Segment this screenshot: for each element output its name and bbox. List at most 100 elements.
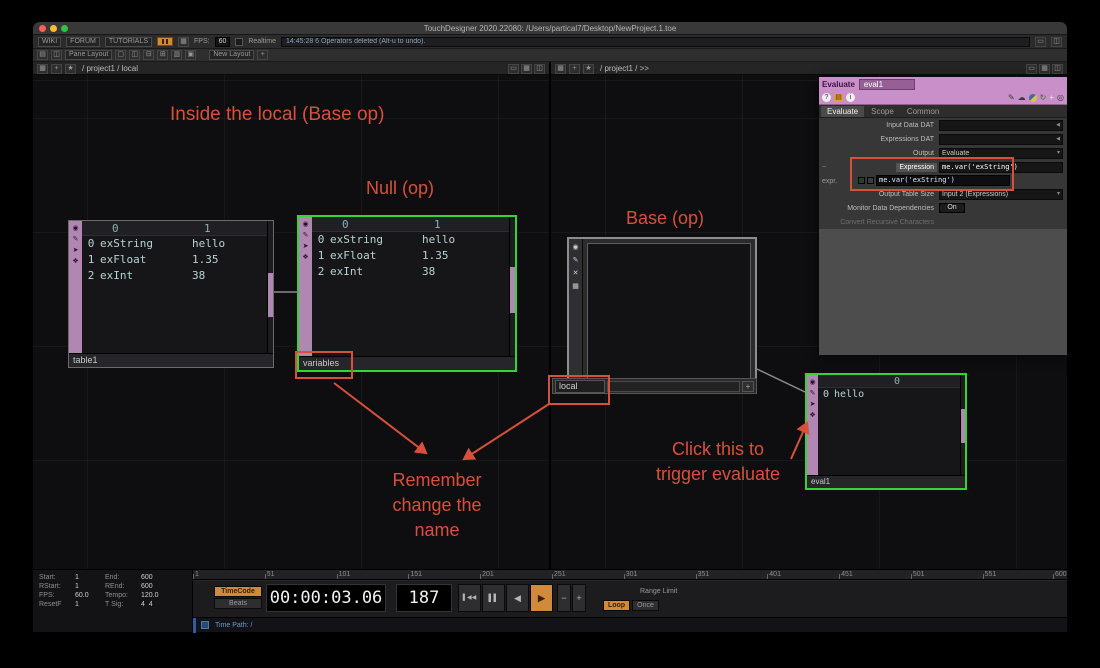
viewer-flag-icon[interactable]: ◉ xyxy=(809,378,815,387)
export-flag-icon[interactable]: ➤ xyxy=(73,246,79,255)
edit-flag-icon[interactable]: ✎ xyxy=(573,256,579,265)
vertical-scrollbar[interactable] xyxy=(509,217,515,356)
dropdown-arrow-icon[interactable]: ▾ xyxy=(1057,190,1060,199)
timecode-display[interactable]: 00:00:03.06 xyxy=(266,584,386,612)
tab-common[interactable]: Common xyxy=(901,106,945,117)
frame-display[interactable]: 187 xyxy=(396,584,452,612)
pane-option-2-icon[interactable]: ▦ xyxy=(1039,63,1050,74)
perform-mode-indicator-icon[interactable] xyxy=(157,37,173,46)
dat-table-viewer[interactable]: 0 1 0 exString hello 1 exFloat 1.35 2 exInt 38 xyxy=(82,221,267,353)
expr-mode-toggle-icon[interactable] xyxy=(858,177,865,184)
field-arrows-icon[interactable]: ◀ xyxy=(1056,135,1060,144)
expressions-dat-field[interactable]: ◀ xyxy=(939,133,1063,145)
play-reverse-button[interactable]: ◀ xyxy=(506,584,529,612)
pause-button[interactable]: ▌▌ xyxy=(482,584,505,612)
bookmark-star-icon[interactable]: ★ xyxy=(65,63,76,74)
close-flag-icon[interactable]: ✕ xyxy=(573,269,579,278)
once-button[interactable]: Once xyxy=(632,600,659,611)
timeline-ruler[interactable]: 1 51 101 151 201 251 301 351 401 451 501 551 600 xyxy=(193,569,1067,580)
tab-scope[interactable]: Scope xyxy=(865,106,900,117)
vertical-scrollbar[interactable] xyxy=(960,375,965,475)
field-arrows-icon[interactable]: ◀ xyxy=(1056,121,1060,130)
edit-flag-icon[interactable]: ✎ xyxy=(303,231,309,240)
right-pane-breadcrumb[interactable]: / project1 / >> xyxy=(597,64,649,73)
bookmark-star-icon[interactable]: ★ xyxy=(583,63,594,74)
refresh-icon[interactable]: ↻ xyxy=(1040,93,1047,103)
node-eval1[interactable]: ◉ ✎ ➤ ❖ 0 0 hello eval1 xyxy=(805,373,967,490)
input-data-dat-field[interactable]: ◀ xyxy=(939,119,1063,131)
grid-flag-icon[interactable]: ▦ xyxy=(572,282,579,291)
python-language-icon[interactable] xyxy=(1028,93,1037,102)
output-dropdown[interactable]: Evaluate ▾ xyxy=(939,147,1063,159)
layout-5-button[interactable]: ▥ xyxy=(171,50,183,60)
pane-option-1-icon[interactable]: ▭ xyxy=(1026,63,1037,74)
pane-option-3-icon[interactable]: ◫ xyxy=(534,63,545,74)
pane-type-icon[interactable]: ▦ xyxy=(37,63,48,74)
layout-4-button[interactable]: ⊞ xyxy=(157,50,169,60)
pane-option-3-icon[interactable]: ◫ xyxy=(1052,63,1063,74)
viewer-flag-icon[interactable]: ◉ xyxy=(572,243,578,252)
layout-1-button[interactable]: ▢ xyxy=(115,50,127,60)
node-local-base[interactable]: ◉ ✎ ✕ ▦ xyxy=(567,237,757,387)
comment-edit-icon[interactable]: ✎ xyxy=(1008,93,1015,103)
constant-mode-toggle-icon[interactable] xyxy=(867,177,874,184)
play-forward-button[interactable]: ▶ xyxy=(530,584,553,612)
comp-viewer[interactable] xyxy=(587,243,751,381)
dat-table-viewer[interactable]: 0 1 0 exString hello 1 exFloat 1.35 2 exInt 38 xyxy=(312,217,509,356)
tutorials-button[interactable]: TUTORIALS xyxy=(104,36,152,47)
time-path-icon[interactable] xyxy=(201,621,209,629)
expression-echo-field[interactable]: me.var('exString') xyxy=(876,175,1010,186)
loop-button[interactable]: Loop xyxy=(603,600,630,611)
help-icon[interactable]: ? xyxy=(822,93,831,102)
layout-3-button[interactable]: ⊟ xyxy=(143,50,155,60)
wiki-button[interactable]: WIKI xyxy=(38,36,62,47)
pane-layout-button[interactable]: Pane Layout xyxy=(65,50,113,60)
output-table-size-dropdown[interactable]: Input 2 (Expressions) ▾ xyxy=(939,188,1063,200)
pane-maximize-icon[interactable]: ◫ xyxy=(51,50,62,60)
folder-icon[interactable]: ▤ xyxy=(834,93,843,102)
midi-indicator-icon[interactable]: ▦ xyxy=(178,36,189,47)
tab-evaluate[interactable]: Evaluate xyxy=(821,106,865,117)
viewer-flag-icon[interactable]: ◉ xyxy=(72,224,78,233)
parameter-dialog-header[interactable]: Evaluate eval1 xyxy=(819,77,1067,91)
dialogs-icon[interactable]: ▭ xyxy=(1035,36,1046,47)
new-layout-button[interactable]: New Layout xyxy=(209,50,255,60)
edit-flag-icon[interactable]: ✎ xyxy=(73,235,79,244)
beats-mode-button[interactable]: Beats xyxy=(214,598,262,609)
target-icon[interactable]: ◎ xyxy=(1057,93,1064,103)
step-forward-button[interactable]: + xyxy=(572,584,586,612)
pane-option-2-icon[interactable]: ▦ xyxy=(521,63,532,74)
cloud-comment-icon[interactable]: ☁ xyxy=(1018,93,1026,103)
left-pane-breadcrumb[interactable]: / project1 / local xyxy=(79,64,138,73)
node-name-label[interactable]: local xyxy=(555,379,605,393)
edit-flag-icon[interactable]: ✎ xyxy=(810,389,816,398)
vertical-scrollbar[interactable] xyxy=(267,221,273,353)
add-bookmark-icon[interactable]: + xyxy=(569,63,580,74)
palette-icon[interactable]: ◫ xyxy=(1051,36,1062,47)
lock-flag-icon[interactable]: ❖ xyxy=(809,411,815,420)
jump-to-start-button[interactable]: ▌◀◀ xyxy=(458,584,481,612)
forum-button[interactable]: FORUM xyxy=(66,36,100,47)
info-icon[interactable]: i xyxy=(846,93,855,102)
realtime-checkbox[interactable] xyxy=(235,37,244,46)
viewer-flag-icon[interactable]: ◉ xyxy=(302,220,308,229)
add-parameter-icon[interactable]: + xyxy=(1049,93,1054,103)
dropdown-arrow-icon[interactable]: ▾ xyxy=(1057,149,1060,158)
expression-field[interactable]: me.var('exString') xyxy=(939,161,1063,173)
name-bar-field[interactable] xyxy=(607,380,740,392)
node-table1[interactable]: ◉ ✎ ➤ ❖ 0 1 0 exString hello 1 exFloat 1.35 2 e… xyxy=(68,220,274,368)
dat-table-viewer[interactable]: 0 0 hello xyxy=(818,375,960,475)
monitor-dependencies-toggle[interactable]: On xyxy=(939,203,965,213)
add-layout-button[interactable]: + xyxy=(257,50,269,60)
lock-flag-icon[interactable]: ❖ xyxy=(72,257,78,266)
layout-2-button[interactable]: ◫ xyxy=(129,50,141,60)
pane-option-1-icon[interactable]: ▭ xyxy=(508,63,519,74)
add-button[interactable]: + xyxy=(742,380,754,392)
step-back-button[interactable]: − xyxy=(557,584,571,612)
fps-value-field[interactable]: 60 xyxy=(214,36,231,47)
node-variables[interactable]: ◉ ✎ ➤ ❖ 0 1 0 exString hello 1 exFloat 1.35 2 e… xyxy=(297,215,517,372)
add-bookmark-icon[interactable]: + xyxy=(51,63,62,74)
pane-split-icon[interactable]: ▤ xyxy=(37,50,48,60)
op-name-field[interactable]: eval1 xyxy=(858,78,915,90)
export-flag-icon[interactable]: ➤ xyxy=(810,400,816,409)
